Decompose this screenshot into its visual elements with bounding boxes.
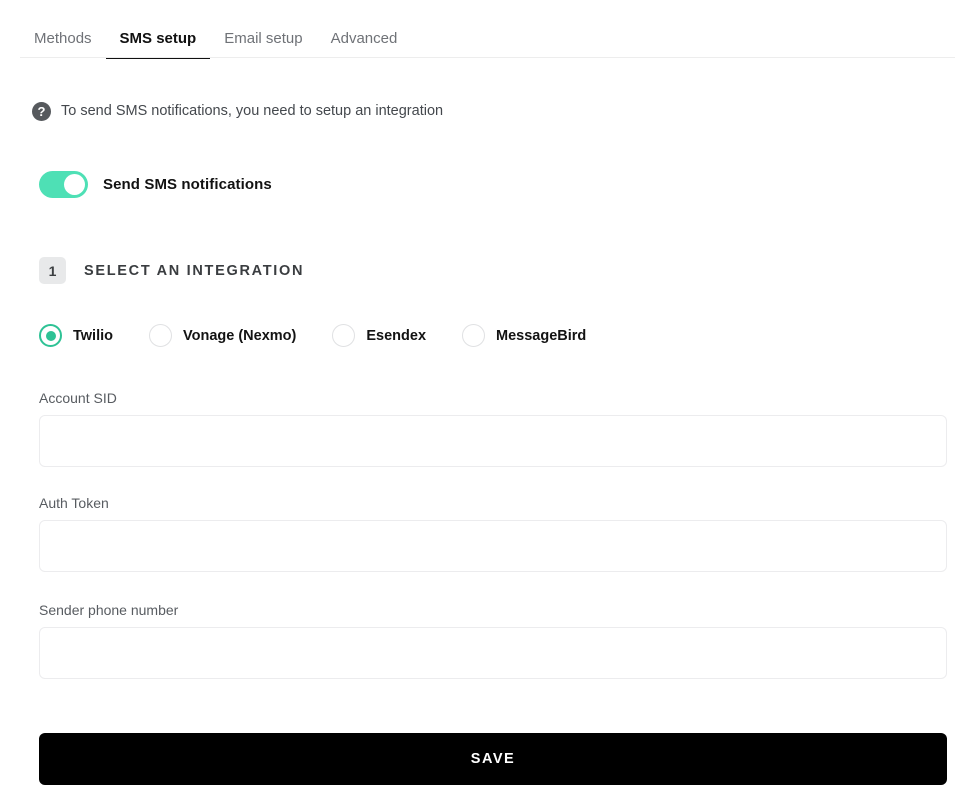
sms-setup-panel: ? To send SMS notifications, you need to… <box>0 59 975 679</box>
tab-methods[interactable]: Methods <box>20 0 106 59</box>
integration-radio-group: Twilio Vonage (Nexmo) Esendex MessageBir… <box>39 324 975 347</box>
radio-label-messagebird: MessageBird <box>496 327 587 344</box>
tab-list: Methods SMS setup Email setup Advanced <box>20 0 411 59</box>
radio-option-esendex[interactable]: Esendex <box>332 324 426 347</box>
integration-notice: ? To send SMS notifications, you need to… <box>32 101 975 121</box>
radio-mark-esendex <box>332 324 356 347</box>
integration-notice-text: To send SMS notifications, you need to s… <box>61 103 444 119</box>
tab-email-setup-label: Email setup <box>224 29 303 47</box>
tab-advanced-label: Advanced <box>330 29 398 47</box>
field-account-sid-label: Account SID <box>39 390 117 406</box>
account-sid-input[interactable] <box>39 415 947 467</box>
tab-sms-setup-label: SMS setup <box>119 29 197 47</box>
field-auth-token: Auth Token <box>39 495 947 572</box>
radio-label-esendex: Esendex <box>366 327 427 344</box>
radio-option-vonage[interactable]: Vonage (Nexmo) <box>149 324 296 347</box>
step-number-badge: 1 <box>39 257 66 284</box>
field-auth-token-label: Auth Token <box>39 495 109 511</box>
tab-advanced[interactable]: Advanced <box>317 0 412 59</box>
help-circle-icon: ? <box>32 101 51 121</box>
tab-bar-divider <box>20 57 955 58</box>
tab-bar: Methods SMS setup Email setup Advanced <box>0 0 975 59</box>
send-sms-notifications-toggle[interactable] <box>39 171 88 198</box>
save-button[interactable]: SAVE <box>39 733 947 785</box>
radio-mark-twilio <box>39 324 62 347</box>
field-sender-phone-number-label: Sender phone number <box>39 602 179 618</box>
radio-label-twilio: Twilio <box>73 327 114 344</box>
send-sms-notifications-label: Send SMS notifications <box>103 176 272 193</box>
radio-label-vonage: Vonage (Nexmo) <box>183 327 297 344</box>
field-account-sid: Account SID <box>39 390 947 467</box>
radio-mark-vonage <box>149 324 173 347</box>
tab-methods-label: Methods <box>34 29 92 47</box>
tab-sms-setup[interactable]: SMS setup <box>105 0 211 59</box>
step-select-integration: 1 SELECT AN INTEGRATION <box>39 257 975 284</box>
toggle-knob <box>64 174 85 195</box>
radio-option-messagebird[interactable]: MessageBird <box>462 324 586 347</box>
send-sms-notifications-row: Send SMS notifications <box>39 171 975 198</box>
field-sender-phone-number: Sender phone number <box>39 602 947 679</box>
step-title: SELECT AN INTEGRATION <box>84 262 305 279</box>
sender-phone-number-input[interactable] <box>39 627 947 679</box>
radio-option-twilio[interactable]: Twilio <box>39 324 113 347</box>
radio-mark-messagebird <box>462 324 486 347</box>
auth-token-input[interactable] <box>39 520 947 572</box>
tab-email-setup[interactable]: Email setup <box>210 0 316 59</box>
